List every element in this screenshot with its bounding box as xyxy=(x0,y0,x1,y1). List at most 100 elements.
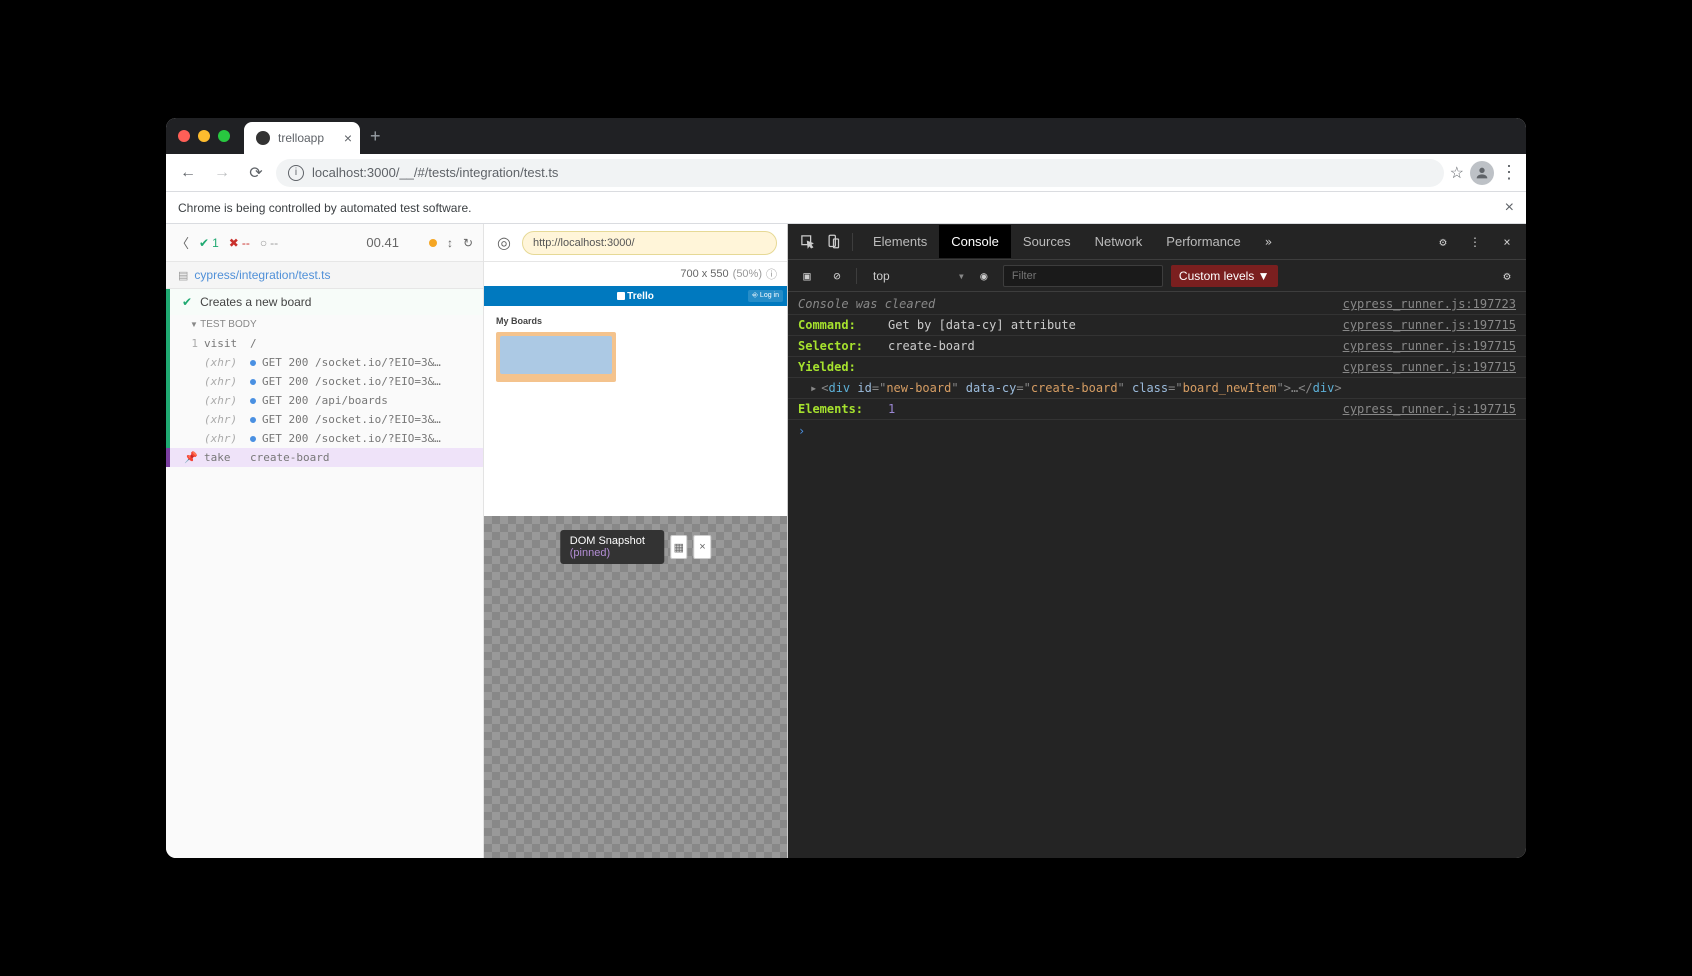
test-title[interactable]: ✔ Creates a new board xyxy=(166,289,483,315)
log-val: 1 xyxy=(888,402,895,416)
aut-iframe[interactable]: Trello ⎆ Log in My Boards xyxy=(484,286,787,516)
console-prompt[interactable]: › xyxy=(788,420,1526,442)
console-filter-input[interactable] xyxy=(1003,265,1163,287)
cmd-pinned[interactable]: 📌 take create-board xyxy=(166,448,483,467)
reporter-header: 〈 ✔ 1 ✖ -- ○ -- 00.41 ↕ ↻ xyxy=(166,224,483,262)
main-split: 〈 ✔ 1 ✖ -- ○ -- 00.41 ↕ ↻ ▤ cypress/inte… xyxy=(166,224,1526,858)
cmd-row[interactable]: (xhr)GET 200 /socket.io/?EIO=3&… xyxy=(166,429,483,448)
minimize-window-icon[interactable] xyxy=(198,130,210,142)
live-expression-icon[interactable]: ◉ xyxy=(973,265,995,287)
rerun-icon[interactable]: ↻ xyxy=(463,236,473,250)
devtools-menu-icon[interactable]: ⋮ xyxy=(1464,231,1486,253)
log-key: Selector: xyxy=(798,339,878,353)
log-source[interactable]: cypress_runner.js:197715 xyxy=(1343,318,1516,332)
aut-url-field[interactable]: http://localhost:3000/ xyxy=(522,231,777,255)
nav-back-icon[interactable]: ← xyxy=(174,159,202,187)
devtools-tab-network[interactable]: Network xyxy=(1083,225,1155,258)
snapshot-highlight-icon[interactable]: ▦ xyxy=(670,535,688,559)
log-key: Yielded: xyxy=(798,360,878,374)
cmd-row[interactable]: (xhr)GET 200 /socket.io/?EIO=3&… xyxy=(166,353,483,372)
cmd-msg: create-board xyxy=(250,451,475,464)
log-key: Command: xyxy=(798,318,878,332)
file-icon: ▤ xyxy=(178,269,188,282)
cmd-row[interactable]: (xhr)GET 200 /socket.io/?EIO=3&… xyxy=(166,372,483,391)
nav-forward-icon[interactable]: → xyxy=(208,159,236,187)
viewport-size: 700 x 550 xyxy=(680,268,728,280)
chrome-menu-icon[interactable]: ⋮ xyxy=(1500,162,1518,183)
console-log: Console was cleared cypress_runner.js:19… xyxy=(788,292,1526,858)
inspect-element-icon[interactable] xyxy=(796,231,818,253)
boards-heading: My Boards xyxy=(484,306,787,332)
cmd-row[interactable]: (xhr)GET 200 /socket.io/?EIO=3&… xyxy=(166,410,483,429)
cmd-type: (xhr) xyxy=(204,432,244,445)
clear-console-icon[interactable]: ⊘ xyxy=(826,265,848,287)
site-info-icon[interactable]: i xyxy=(288,165,304,181)
log-row: Selector: create-board cypress_runner.js:1… xyxy=(788,336,1526,357)
browser-tab[interactable]: trelloapp × xyxy=(244,122,360,154)
devtools-tab-performance[interactable]: Performance xyxy=(1154,225,1252,258)
url-field[interactable]: i localhost:3000/__/#/tests/integration/… xyxy=(276,159,1444,187)
log-source[interactable]: cypress_runner.js:197715 xyxy=(1343,402,1516,416)
info-icon[interactable]: ⓘ xyxy=(766,266,777,282)
log-val: Get by [data-cy] attribute xyxy=(888,318,1076,332)
log-levels-dropdown[interactable]: Custom levels ▼ xyxy=(1171,265,1278,287)
browser-window: trelloapp × + ← → ⟳ i localhost:3000/__/… xyxy=(166,118,1526,858)
cmd-type: take xyxy=(204,451,244,464)
cmd-row[interactable]: (xhr)GET 200 /api/boards xyxy=(166,391,483,410)
stat-passed: ✔ 1 xyxy=(199,236,219,250)
close-window-icon[interactable] xyxy=(178,130,190,142)
automation-infobar: Chrome is being controlled by automated … xyxy=(166,192,1526,224)
infobar-close-icon[interactable]: × xyxy=(1505,199,1514,217)
new-tab-button[interactable]: + xyxy=(370,126,381,147)
log-val: create-board xyxy=(888,339,975,353)
maximize-window-icon[interactable] xyxy=(218,130,230,142)
device-toolbar-icon[interactable] xyxy=(822,231,844,253)
cmd-type: (xhr) xyxy=(204,356,244,369)
console-context[interactable]: top xyxy=(865,269,950,283)
log-source[interactable]: cypress_runner.js:197715 xyxy=(1343,360,1516,374)
aut-dimensions: 700 x 550 (50%) ⓘ xyxy=(484,262,787,286)
snapshot-text: DOM Snapshot xyxy=(570,535,645,547)
settings-gear-icon[interactable]: ⚙ xyxy=(1432,231,1454,253)
timer: 00.41 xyxy=(366,235,399,250)
spec-file[interactable]: ▤ cypress/integration/test.ts xyxy=(166,262,483,289)
xhr-dot-icon xyxy=(250,436,256,442)
nav-reload-icon[interactable]: ⟳ xyxy=(242,159,270,187)
devtools-tabs: ElementsConsoleSourcesNetworkPerformance… xyxy=(788,224,1526,260)
login-button[interactable]: ⎆ Log in xyxy=(748,290,783,302)
board-tile-inner xyxy=(500,336,612,374)
app-header: Trello ⎆ Log in xyxy=(484,286,787,306)
devtools-tab-elements[interactable]: Elements xyxy=(861,225,939,258)
devtools-panel: ElementsConsoleSourcesNetworkPerformance… xyxy=(788,224,1526,858)
create-board-tile[interactable] xyxy=(496,332,616,382)
profile-avatar-icon[interactable] xyxy=(1470,161,1494,185)
log-row: Yielded: cypress_runner.js:197715 xyxy=(788,357,1526,378)
devtools-tab-sources[interactable]: Sources xyxy=(1011,225,1083,258)
context-dropdown-icon[interactable]: ▾ xyxy=(958,269,965,283)
cmd-num: 1 xyxy=(184,337,198,350)
devtools-tab-console[interactable]: Console xyxy=(939,225,1011,258)
expand-icon[interactable]: ▸ xyxy=(810,381,817,395)
next-icon[interactable]: ↕ xyxy=(447,236,453,250)
console-settings-icon[interactable]: ⚙ xyxy=(1496,265,1518,287)
console-toolbar: ▣ ⊘ top ▾ ◉ Custom levels ▼ ⚙ xyxy=(788,260,1526,292)
log-source[interactable]: cypress_runner.js:197715 xyxy=(1343,339,1516,353)
selector-playground-icon[interactable]: ◎ xyxy=(494,233,514,253)
more-tabs-icon[interactable]: » xyxy=(1257,235,1280,249)
tab-close-icon[interactable]: × xyxy=(344,130,352,146)
snapshot-close-icon[interactable]: × xyxy=(694,535,712,559)
console-sidebar-icon[interactable]: ▣ xyxy=(796,265,818,287)
aut-header: ◎ http://localhost:3000/ xyxy=(484,224,787,262)
cmd-row[interactable]: 1visit/ xyxy=(166,334,483,353)
log-source[interactable]: cypress_runner.js:197723 xyxy=(1343,297,1516,311)
devtools-close-icon[interactable]: × xyxy=(1496,231,1518,253)
yielded-element[interactable]: ▸<div id="new-board" data-cy="create-boa… xyxy=(798,381,1342,395)
pin-icon: 📌 xyxy=(184,451,198,464)
status-dot-icon xyxy=(429,239,437,247)
xhr-dot-icon xyxy=(250,360,256,366)
bookmark-icon[interactable]: ☆ xyxy=(1450,163,1464,183)
collapse-icon[interactable]: 〈 xyxy=(176,233,189,252)
log-row: Elements: 1 cypress_runner.js:197715 xyxy=(788,399,1526,420)
aut-preview-panel: ◎ http://localhost:3000/ 700 x 550 (50%)… xyxy=(484,224,788,858)
tab-title: trelloapp xyxy=(278,131,324,145)
